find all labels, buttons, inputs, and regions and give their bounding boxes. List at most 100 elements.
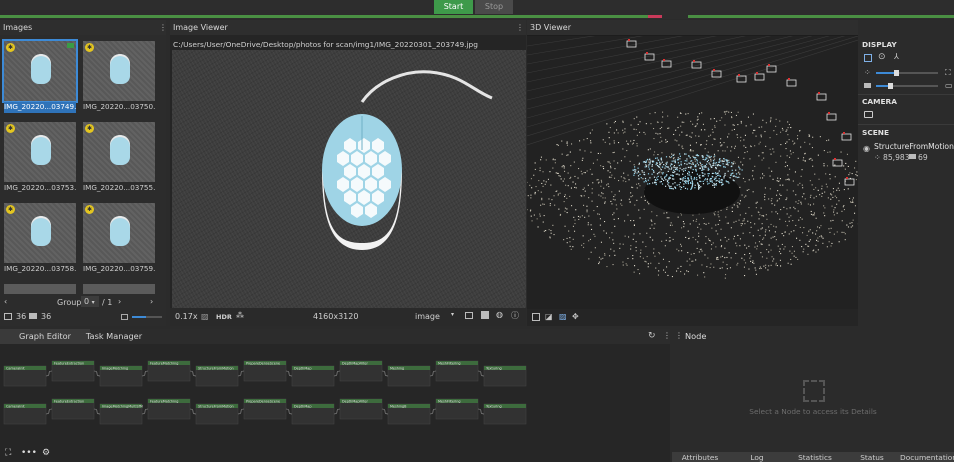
gizmo-icon[interactable]: ✥ [572, 312, 579, 321]
graph-node-label: DepthMap [294, 404, 311, 408]
thumbnail[interactable]: ✱ IMG_20220...03759.jpg [83, 203, 155, 275]
color-picker-icon[interactable]: ⁂ [236, 311, 244, 320]
tab-attributes[interactable]: Attributes [672, 452, 728, 462]
group-next-edge-icon[interactable]: › [150, 297, 153, 306]
settings-gear-icon[interactable]: ⚙ [42, 448, 50, 458]
thumbnail[interactable]: ✱ IMG_20220...03750.jpg [83, 41, 155, 113]
group-label: Group [57, 298, 82, 307]
graph-node[interactable]: DepthMap [291, 403, 335, 425]
graph-menu-icon[interactable]: ⋮ [663, 331, 671, 340]
image-count: 36 [16, 312, 27, 321]
thumbnail[interactable]: ✱ IMG_20220...03755.jpg [83, 122, 155, 194]
solid-icon[interactable]: ◪ [545, 312, 553, 321]
scene-camera-count: 69 [918, 153, 928, 162]
graph-node[interactable]: DepthMap [291, 365, 335, 387]
graph-editor-panel: Graph Editor Task Manager ↻ ⋮ CameraInit… [0, 329, 671, 462]
dropdown-icon[interactable]: ▾ [451, 311, 454, 318]
tab-status[interactable]: Status [848, 452, 896, 462]
graph-node[interactable]: Texturing [483, 365, 527, 387]
mouse-photo [322, 70, 493, 250]
grid-icon[interactable] [864, 54, 872, 62]
graph-node[interactable]: FeatureMatching [147, 398, 191, 420]
graph-node[interactable]: DepthMapFilter [339, 398, 383, 420]
thumbnail-partial[interactable] [4, 284, 76, 294]
globe-icon[interactable]: ◍ [496, 310, 503, 319]
more-icon[interactable]: ••• [21, 448, 37, 458]
visibility-eye-icon[interactable]: ◉ [863, 144, 870, 153]
wireframe-icon[interactable] [532, 313, 540, 321]
graph-node[interactable]: PrepareDenseScene [243, 398, 287, 420]
graph-node[interactable]: ImageMatchingMultiSfM [99, 403, 143, 425]
thumbnail-partial[interactable] [83, 284, 155, 294]
warning-icon: ✱ [6, 205, 15, 214]
graph-node-label: MeshFiltering [438, 361, 461, 365]
graph-node[interactable]: MeshFiltering [435, 360, 479, 382]
textured-icon[interactable]: ▨ [559, 312, 567, 321]
graph-footer: ⛶ ••• ⚙ [0, 447, 670, 462]
origin-icon[interactable]: ⊙ [878, 52, 886, 62]
camera-scale-slider[interactable] [876, 83, 938, 89]
stop-button[interactable]: Stop [475, 0, 513, 14]
tab-graph-editor[interactable]: Graph Editor [0, 329, 90, 344]
thumbnail[interactable]: ✱ IMG_20220...03758.jpg [4, 203, 76, 275]
group-spinbox[interactable]: 0 ▾ [81, 296, 99, 307]
camera-heading: CAMERA [862, 97, 897, 106]
checker-icon[interactable]: ▨ [201, 312, 209, 321]
graph-node[interactable]: Texturing [483, 403, 527, 425]
axes-icon[interactable]: ⅄ [894, 52, 899, 61]
info-icon[interactable]: ⓘ [511, 310, 519, 321]
camera-expand-icon[interactable]: ▭ [945, 81, 953, 90]
graph-node[interactable]: Meshing [387, 365, 431, 387]
fit-view-icon[interactable]: ⛶ [5, 448, 11, 458]
top-toolbar: Start Stop [0, 0, 954, 19]
fit-icon[interactable] [465, 312, 473, 319]
images-menu-icon[interactable]: ⋮ [159, 23, 167, 32]
graph-node[interactable]: CameraInit [3, 403, 47, 425]
group-next-icon[interactable]: › [118, 297, 121, 306]
tab-documentation[interactable]: Documentation [900, 452, 954, 462]
viewer-menu-icon[interactable]: ⋮ [516, 23, 524, 32]
start-button[interactable]: Start [434, 0, 473, 14]
graph-node-label: ImageMatchingMultiSfM [102, 404, 143, 408]
graph-tabs: Graph Editor Task Manager ↻ ⋮ [0, 329, 671, 344]
refresh-icon[interactable]: ↻ [648, 331, 656, 341]
zoom-level: 0.17x [175, 312, 198, 321]
graph-node[interactable]: ImageMatching [99, 365, 143, 387]
graph-node[interactable]: FeatureMatching [147, 360, 191, 382]
graph-canvas[interactable]: CameraInit FeatureExtraction ImageMatching… [0, 345, 670, 447]
group-value: 0 [84, 297, 90, 306]
3d-side-panel: DISPLAY ⊙ ⅄ ⁘ ⛶ ▭ CAMERA SCENE ◉ Structu… [858, 36, 954, 326]
thumbnail[interactable]: ✱ IMG_20220...03753.jpg [4, 122, 76, 194]
meshroom-window: Start Stop Images ⋮ ✱ IMG_20220...03749.… [0, 0, 954, 462]
3d-viewer-footer: ◪ ▨ ✥ [527, 309, 858, 326]
3d-viewer-panel: 3D Viewer ◪ ▨ ✥ [527, 20, 858, 326]
tab-log[interactable]: Log [732, 452, 782, 462]
graph-node[interactable]: MeshingB [387, 403, 431, 425]
points-icon: ⁘ [874, 153, 881, 162]
3d-canvas[interactable] [527, 36, 858, 326]
graph-node[interactable]: MeshFiltering [435, 398, 479, 420]
graph-node-label: MeshFiltering [438, 399, 461, 403]
graph-node[interactable]: DepthMapFilter [339, 360, 383, 382]
image-mode-select[interactable]: image [415, 312, 440, 321]
graph-node[interactable]: FeatureExtraction [51, 360, 95, 382]
graph-node[interactable]: PrepareDenseScene [243, 360, 287, 382]
graph-node[interactable]: StructureFromMotion [195, 403, 239, 425]
camera-count: 36 [41, 312, 52, 321]
image-canvas[interactable] [172, 50, 526, 322]
graph-node[interactable]: FeatureExtraction [51, 398, 95, 420]
camera-icon[interactable] [864, 111, 873, 118]
group-prev-icon[interactable]: ‹ [4, 297, 7, 306]
thumbnail-size-slider[interactable] [132, 316, 162, 318]
tab-task-manager[interactable]: Task Manager [80, 329, 148, 344]
scene-item-label[interactable]: StructureFromMotion2 [874, 142, 954, 151]
graph-node[interactable]: StructureFromMotion [195, 365, 239, 387]
thumbnail[interactable]: ✱ IMG_20220...03749.jpg [2, 39, 78, 113]
image-viewer-footer: 0.17x ▨ HDR ⁂ 4160x3120 image ▾ ◍ ⓘ [170, 308, 526, 326]
hdr-toggle[interactable]: HDR [216, 313, 232, 321]
point-size-slider[interactable] [876, 70, 938, 76]
expand-icon[interactable]: ⛶ [945, 68, 951, 78]
graph-node[interactable]: CameraInit [3, 365, 47, 387]
tab-statistics[interactable]: Statistics [786, 452, 844, 462]
histogram-icon[interactable] [481, 311, 489, 319]
